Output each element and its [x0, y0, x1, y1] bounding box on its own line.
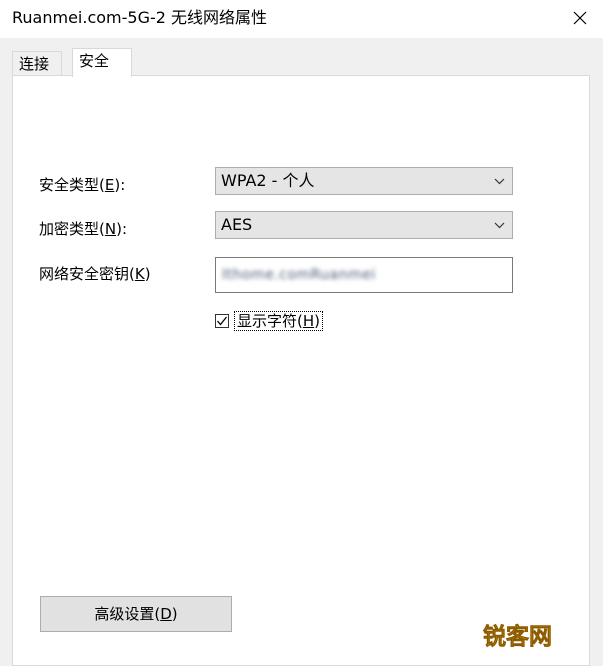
- security-type-value: WPA2 - 个人: [221, 171, 315, 190]
- tab-security[interactable]: 安全: [72, 48, 132, 77]
- network-key-input[interactable]: Ithome.comRuanmei: [215, 257, 513, 293]
- checkmark-icon: [217, 316, 228, 326]
- dialog-body: 连接 安全 安全类型(E): WPA2 - 个人 加密类型(N): AES 网络…: [0, 38, 603, 666]
- show-characters-label: 显示字符(H): [234, 311, 323, 331]
- show-characters-checkbox[interactable]: 显示字符(H): [215, 310, 323, 332]
- network-key-label: 网络安全密钥(K): [39, 265, 151, 283]
- encryption-type-label: 加密类型(N):: [39, 220, 127, 238]
- window-title: Ruanmei.com-5G-2 无线网络属性: [12, 8, 268, 27]
- security-type-dropdown[interactable]: WPA2 - 个人: [215, 167, 513, 195]
- svg-text:锐客网: 锐客网: [483, 623, 552, 650]
- security-type-label: 安全类型(E):: [39, 176, 126, 194]
- security-panel: 安全类型(E): WPA2 - 个人 加密类型(N): AES 网络安全密钥(K…: [12, 75, 590, 666]
- chevron-down-icon: [492, 212, 506, 238]
- watermark-logo-image: 锐客网: [483, 623, 553, 651]
- encryption-type-dropdown[interactable]: AES: [215, 211, 513, 239]
- title-bar: Ruanmei.com-5G-2 无线网络属性: [0, 0, 603, 38]
- close-icon: [573, 11, 587, 25]
- encryption-type-value: AES: [221, 215, 253, 234]
- network-key-value: Ithome.comRuanmei: [222, 267, 376, 283]
- advanced-settings-button[interactable]: 高级设置(D): [40, 596, 232, 632]
- chevron-down-icon: [492, 168, 506, 194]
- watermark-logo: 锐客网: [482, 618, 560, 652]
- close-button[interactable]: [557, 0, 603, 36]
- checkbox-box[interactable]: [215, 314, 229, 328]
- tab-connection[interactable]: 连接: [12, 51, 62, 75]
